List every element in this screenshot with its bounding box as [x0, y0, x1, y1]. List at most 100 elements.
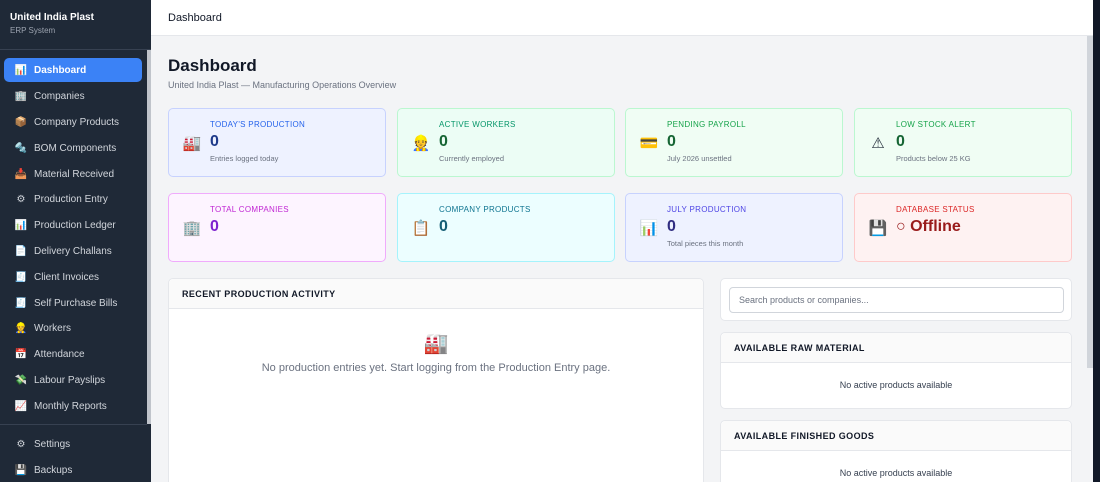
sidebar-item-client-invoices[interactable]: 🧾 Client Invoices	[4, 264, 142, 290]
ledger-icon: 📊	[14, 220, 28, 232]
document-icon: 📄	[14, 245, 28, 257]
sidebar-nav-bottom: ⚙ Settings 💾 Backups	[4, 432, 142, 482]
factory-icon: 🏭	[182, 135, 202, 152]
topbar: Dashboard	[151, 0, 1093, 36]
package-icon: 📦	[14, 116, 28, 128]
stat-label: TOTAL COMPANIES	[210, 205, 289, 214]
stat-value: 0	[667, 218, 676, 235]
sidebar-item-label: Backups	[34, 465, 73, 477]
calendar-icon: 📅	[14, 349, 28, 361]
sidebar-item-label: Material Received	[34, 168, 115, 180]
raw-material-title: AVAILABLE RAW MATERIAL	[721, 333, 1071, 363]
sidebar-item-label: Dashboard	[34, 64, 87, 76]
worker-icon: 👷	[14, 323, 28, 335]
gear-icon: ⚙	[16, 194, 26, 206]
sidebar-divider	[0, 424, 147, 425]
stat-value: 0	[210, 218, 219, 235]
stat-note: Products below 25 KG	[896, 154, 971, 163]
sidebar-item-production-entry[interactable]: ⚙ Production Entry	[4, 187, 142, 213]
sidebar-item-attendance[interactable]: 📅 Attendance	[4, 342, 142, 368]
stat-card-july-production: 📊 JULY PRODUCTION 0 Total pieces this month	[625, 193, 843, 262]
receipt-icon: 🧾	[14, 271, 28, 283]
stat-value: 0	[439, 133, 448, 150]
finished-goods-empty: No active products available	[839, 468, 953, 478]
stat-note: Entries logged today	[210, 154, 279, 163]
worker-icon: 👷	[411, 135, 431, 152]
stat-card-company-products: 📋 COMPANY PRODUCTS 0	[397, 193, 615, 262]
warning-icon: ⚠	[871, 135, 885, 152]
topbar-title: Dashboard	[168, 11, 222, 24]
recent-activity-panel: RECENT PRODUCTION ACTIVITY 🏭 No producti…	[168, 278, 704, 482]
bill-icon: 🧾	[14, 297, 28, 309]
sidebar-item-label: Company Products	[34, 116, 120, 128]
window-edge	[1093, 0, 1100, 482]
sidebar: United India Plast ERP System 📊 Dashboard…	[0, 0, 151, 482]
stat-label: LOW STOCK ALERT	[896, 120, 976, 129]
building-icon: 🏢	[14, 91, 28, 103]
stat-card-database-status: 💾 DATABASE STATUS ○ Offline	[854, 193, 1072, 262]
sidebar-item-bom-components[interactable]: 🔩 BOM Components	[4, 135, 142, 161]
sidebar-item-company-products[interactable]: 📦 Company Products	[4, 110, 142, 136]
sidebar-item-monthly-reports[interactable]: 📈 Monthly Reports	[4, 393, 142, 419]
sidebar-item-label: Client Invoices	[34, 271, 100, 283]
sidebar-item-label: Labour Payslips	[34, 374, 106, 386]
stat-label: ACTIVE WORKERS	[439, 120, 516, 129]
stat-card-low-stock-alert: ⚠ LOW STOCK ALERT 0 Products below 25 KG	[854, 108, 1072, 177]
building-icon: 🏢	[182, 220, 202, 237]
stat-note: Currently employed	[439, 154, 505, 163]
clipboard-icon: 📋	[411, 220, 431, 237]
gear-icon: ⚙	[16, 439, 26, 451]
tools-icon: 🔩	[14, 142, 28, 154]
sidebar-item-label: Production Ledger	[34, 220, 116, 232]
stat-value: 0	[896, 133, 905, 150]
page-title: Dashboard	[168, 56, 257, 75]
finished-goods-panel: AVAILABLE FINISHED GOODS No active produ…	[720, 420, 1072, 482]
factory-icon: 🏭	[423, 333, 449, 355]
sidebar-item-companies[interactable]: 🏢 Companies	[4, 84, 142, 110]
stat-label: JULY PRODUCTION	[667, 205, 747, 214]
search-panel	[720, 278, 1072, 321]
sidebar-item-dashboard[interactable]: 📊 Dashboard	[4, 58, 142, 82]
stat-card-pending-payroll: 💳 PENDING PAYROLL 0 July 2026 unsettled	[625, 108, 843, 177]
stat-value: 0	[667, 133, 676, 150]
stat-label: DATABASE STATUS	[896, 205, 975, 214]
stat-value: 0	[210, 133, 219, 150]
sidebar-item-label: Settings	[34, 439, 71, 451]
sidebar-item-label: Production Entry	[34, 194, 108, 206]
floppy-icon: 💾	[14, 465, 28, 477]
sidebar-item-label: BOM Components	[34, 142, 117, 154]
brand-title: United India Plast	[10, 12, 94, 23]
sidebar-item-label: Self Purchase Bills	[34, 297, 118, 309]
sidebar-scrollbar[interactable]	[147, 50, 151, 424]
bar-chart-icon: 📊	[14, 64, 28, 76]
floppy-icon: 💾	[868, 220, 888, 237]
sidebar-item-label: Monthly Reports	[34, 400, 107, 412]
sidebar-nav: 📊 Dashboard 🏢 Companies 📦 Company Products 🔩 BO…	[4, 58, 142, 419]
trend-chart-icon: 📈	[14, 400, 28, 412]
stat-note: Total pieces this month	[667, 239, 744, 248]
stat-card-today-s-production: 🏭 TODAY'S PRODUCTION 0 Entries logged today	[168, 108, 386, 177]
search-input[interactable]	[729, 287, 1064, 313]
stat-card-total-companies: 🏢 TOTAL COMPANIES 0	[168, 193, 386, 262]
bar-chart-icon: 📊	[639, 220, 659, 237]
stat-value: 0	[439, 218, 448, 235]
main-scrollbar[interactable]	[1087, 36, 1093, 368]
brand: United India Plast ERP System	[0, 0, 151, 50]
sidebar-item-material-received[interactable]: 📥 Material Received	[4, 161, 142, 187]
money-icon: 💸	[14, 374, 28, 386]
sidebar-item-settings[interactable]: ⚙ Settings	[4, 432, 142, 458]
stat-note: July 2026 unsettled	[667, 154, 732, 163]
recent-activity-title: RECENT PRODUCTION ACTIVITY	[169, 279, 703, 309]
stat-label: COMPANY PRODUCTS	[439, 205, 531, 214]
sidebar-item-delivery-challans[interactable]: 📄 Delivery Challans	[4, 239, 142, 265]
sidebar-item-workers[interactable]: 👷 Workers	[4, 316, 142, 342]
credit-card-icon: 💳	[639, 135, 659, 152]
sidebar-item-self-purchase-bills[interactable]: 🧾 Self Purchase Bills	[4, 290, 142, 316]
stat-value: ○ Offline	[896, 218, 961, 235]
sidebar-item-backups[interactable]: 💾 Backups	[4, 458, 142, 482]
stat-card-active-workers: 👷 ACTIVE WORKERS 0 Currently employed	[397, 108, 615, 177]
sidebar-item-labour-payslips[interactable]: 💸 Labour Payslips	[4, 368, 142, 394]
raw-material-empty: No active products available	[839, 380, 953, 390]
stat-label: TODAY'S PRODUCTION	[210, 120, 306, 129]
sidebar-item-production-ledger[interactable]: 📊 Production Ledger	[4, 213, 142, 239]
